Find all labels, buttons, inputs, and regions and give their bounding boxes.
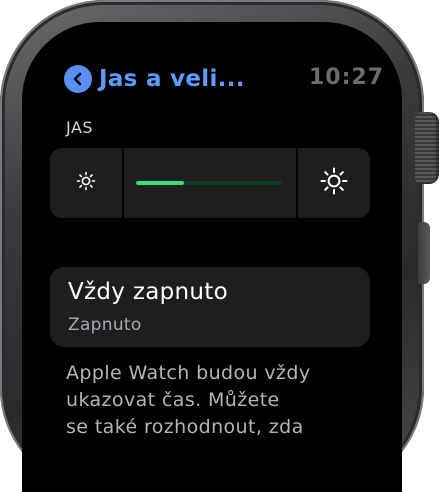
watch-screen: Jas a veli... 10:27 JAS Vždy zapnuto Zap… [22, 22, 402, 492]
always-on-title: Vždy zapnuto [68, 279, 228, 305]
chevron-left-icon [64, 65, 92, 93]
side-button[interactable] [418, 222, 430, 284]
sun-large-icon [319, 166, 349, 200]
clock: 10:27 [308, 65, 384, 90]
decrease-brightness-button[interactable] [50, 148, 124, 218]
digital-crown[interactable] [415, 112, 439, 184]
brightness-track[interactable] [136, 181, 282, 185]
section-header-brightness: JAS [66, 118, 94, 137]
sun-small-icon [75, 170, 97, 196]
description-line: Apple Watch budou vždy [66, 362, 311, 384]
increase-brightness-button[interactable] [296, 148, 370, 218]
brightness-slider[interactable] [50, 148, 370, 218]
always-on-description: Apple Watch budou vždy ukazovat čas. Můž… [66, 360, 366, 441]
description-line: ukazovat čas. Můžete [66, 389, 280, 411]
navigation-header: Jas a veli... 10:27 [64, 62, 384, 96]
description-line: se také rozhodnout, zda [66, 416, 304, 438]
brightness-level-fill [136, 181, 185, 185]
back-label: Jas a veli... [99, 66, 245, 92]
back-button[interactable]: Jas a veli... [64, 65, 245, 93]
always-on-value: Zapnuto [68, 315, 142, 335]
always-on-cell[interactable]: Vždy zapnuto Zapnuto [50, 267, 370, 347]
